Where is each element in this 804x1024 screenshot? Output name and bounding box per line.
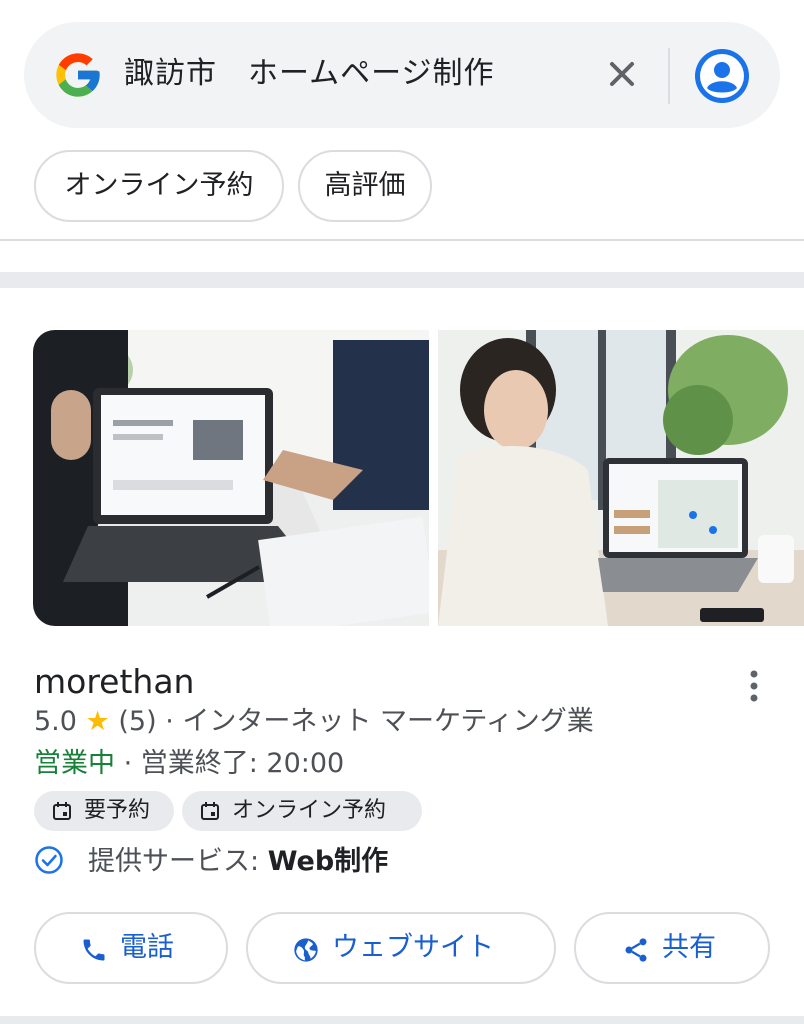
business-hours: 営業中 · 営業終了: 20:00: [34, 748, 345, 779]
business-photo-2[interactable]: [438, 330, 804, 626]
tag-online-booking: オンライン予約: [182, 791, 422, 831]
call-button[interactable]: 電話: [34, 912, 228, 984]
phone-icon: [83, 939, 105, 961]
service-label: 提供サービス:: [88, 846, 268, 877]
search-input[interactable]: 諏訪市 ホームページ制作: [124, 52, 495, 96]
divider: [0, 239, 804, 241]
calendar-icon: [201, 802, 219, 820]
share-label: 共有: [662, 932, 716, 963]
rating-value: 5.0: [34, 706, 77, 737]
share-icon: [625, 938, 647, 962]
google-logo-icon: [56, 53, 100, 97]
website-button[interactable]: ウェブサイト: [246, 912, 556, 984]
section-separator: [0, 272, 804, 288]
globe-icon: [294, 938, 318, 962]
calendar-icon: [53, 802, 71, 820]
more-options-icon[interactable]: [740, 666, 768, 706]
service-value: Web制作: [267, 846, 389, 877]
business-photo-1[interactable]: [33, 330, 429, 626]
filter-chip-top-rated[interactable]: 高評価: [298, 150, 432, 222]
tag-reservation-required: 要予約: [34, 791, 174, 831]
website-label: ウェブサイト: [332, 932, 494, 963]
closing-time: 営業終了: 20:00: [140, 748, 345, 779]
account-circle-icon[interactable]: [694, 48, 750, 104]
close-icon[interactable]: [600, 52, 644, 96]
business-name[interactable]: morethan: [34, 660, 194, 704]
review-count[interactable]: (5): [118, 706, 156, 737]
search-divider: [668, 48, 670, 104]
call-label: 電話: [120, 932, 174, 963]
open-status: 営業中: [34, 748, 115, 779]
business-meta: 5.0 ★ (5) · インターネット マーケティング業: [34, 706, 594, 737]
filter-chip-online-booking[interactable]: オンライン予約: [34, 150, 284, 222]
star-icon: ★: [85, 706, 110, 737]
tag-label: 要予約: [84, 798, 151, 823]
check-circle-icon: [35, 846, 63, 874]
tag-label: オンライン予約: [232, 798, 387, 823]
business-category: インターネット マーケティング業: [182, 706, 594, 737]
share-button[interactable]: 共有: [574, 912, 770, 984]
section-separator-bottom: [0, 1016, 804, 1024]
